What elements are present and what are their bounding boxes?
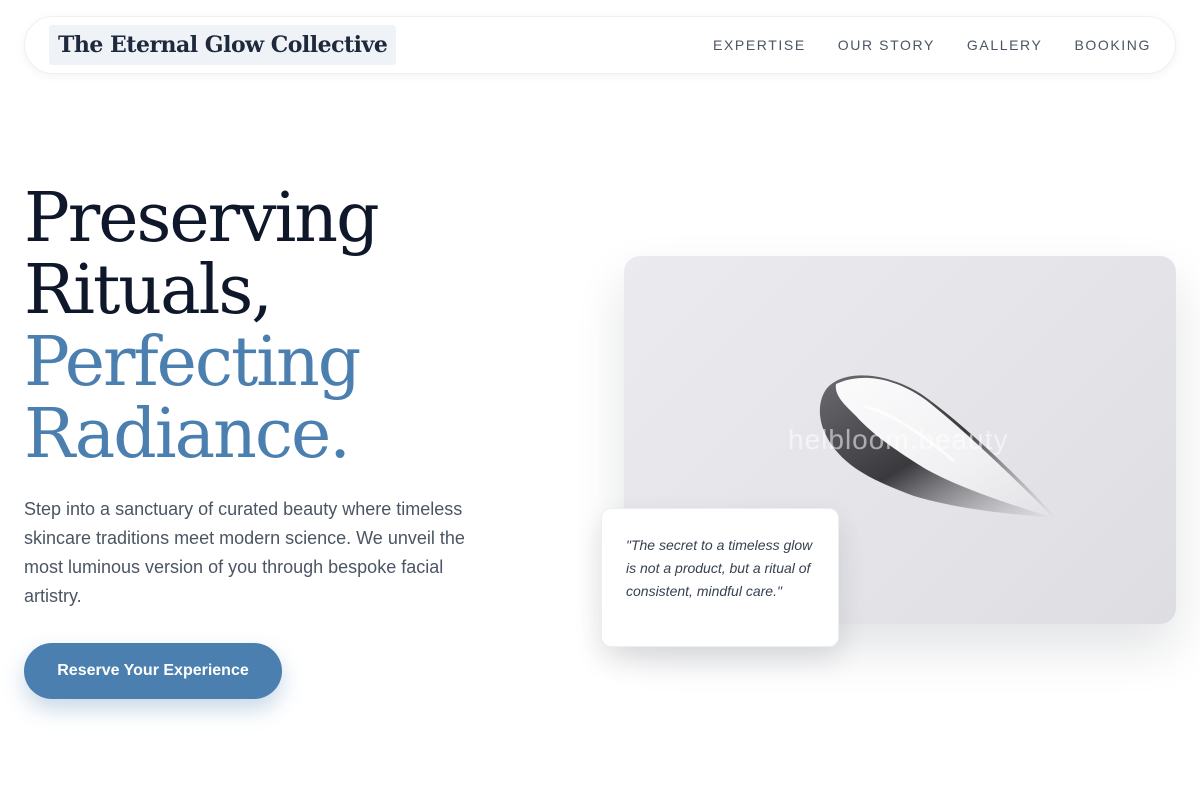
headline-line-4: Radiance. [24, 395, 351, 474]
headline-line-2: Rituals, [24, 251, 273, 330]
nav-item-expertise[interactable]: EXPERTISE [713, 37, 806, 53]
hero-headline: Preserving Rituals, Perfecting Radiance. [24, 183, 544, 471]
testimonial-quote-card: "The secret to a timeless glow is not a … [601, 508, 839, 647]
nav-item-booking[interactable]: BOOKING [1074, 37, 1151, 53]
nav-item-gallery[interactable]: GALLERY [967, 37, 1043, 53]
headline-line-1: Preserving [24, 179, 380, 258]
image-watermark: helbloom.beauty [788, 424, 1009, 455]
reserve-experience-button[interactable]: Reserve Your Experience [24, 643, 282, 699]
top-nav: The Eternal Glow Collective EXPERTISE OU… [24, 16, 1176, 74]
hero-description: Step into a sanctuary of curated beauty … [24, 499, 465, 606]
brand-logo[interactable]: The Eternal Glow Collective [49, 25, 397, 65]
quote-text: "The secret to a timeless glow is not a … [626, 537, 813, 599]
nav-menu: EXPERTISE OUR STORY GALLERY BOOKING [713, 37, 1151, 53]
nav-item-our-story[interactable]: OUR STORY [838, 37, 935, 53]
headline-line-3: Perfecting [24, 323, 361, 402]
